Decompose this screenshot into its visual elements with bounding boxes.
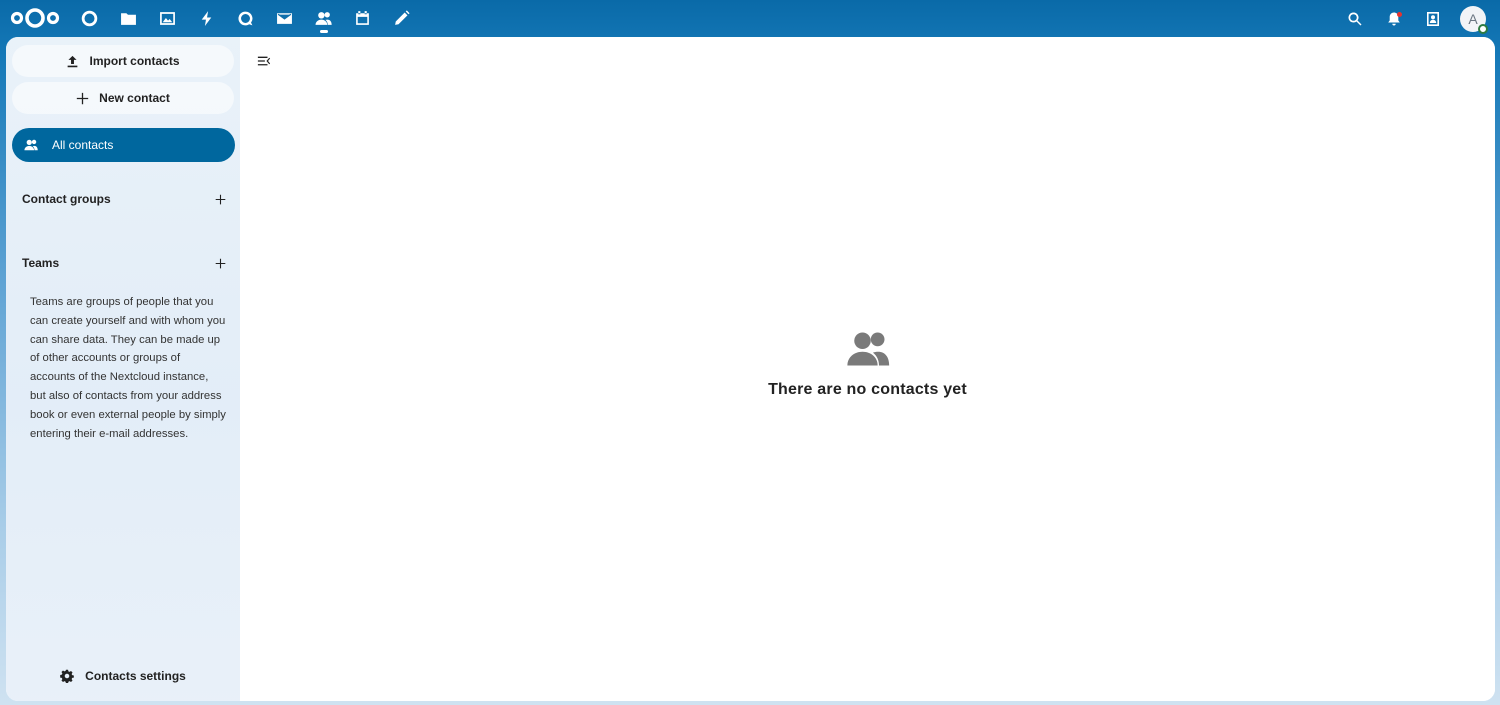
new-contact-label: New contact [99, 91, 170, 105]
contacts-icon [846, 332, 889, 366]
teams-description: Teams are groups of people that you can … [30, 296, 226, 440]
import-contacts-button[interactable]: Import contacts [12, 45, 234, 77]
contacts-settings-label: Contacts settings [85, 669, 186, 683]
header-right: A [1335, 0, 1488, 37]
app-navigation-sidebar: Import contacts New contact All contacts… [6, 37, 240, 701]
talk-icon [238, 11, 253, 26]
mail-icon [277, 13, 292, 24]
user-avatar[interactable]: A [1460, 5, 1488, 34]
plus-icon [215, 258, 225, 268]
files-icon [121, 13, 136, 25]
notes-icon [395, 10, 410, 25]
contacts-settings-button[interactable]: Contacts settings [6, 665, 240, 687]
dashboard-icon [81, 10, 98, 27]
notification-dot [1397, 12, 1402, 17]
menu-close-icon [257, 56, 271, 66]
search-icon [1348, 12, 1361, 25]
contacts-icon [315, 12, 332, 25]
calendar-icon [356, 11, 369, 25]
gear-icon [60, 669, 74, 683]
app-photos[interactable] [148, 0, 187, 37]
upload-icon [68, 55, 78, 67]
contacts-icon [24, 139, 38, 151]
app-navigation [70, 0, 421, 37]
app-content: Import contacts New contact All contacts… [6, 37, 1495, 701]
app-talk[interactable] [226, 0, 265, 37]
app-files[interactable] [109, 0, 148, 37]
app-contacts[interactable] [304, 0, 343, 37]
all-contacts-label: All contacts [52, 138, 114, 152]
add-team-button[interactable] [210, 253, 230, 273]
avatar-initial: A [1468, 10, 1478, 27]
contacts-menu-button[interactable] [1413, 0, 1452, 37]
app-dashboard[interactable] [70, 0, 109, 37]
activity-icon [201, 11, 212, 26]
teams-section: Teams [22, 253, 230, 273]
photos-icon [160, 12, 175, 25]
contact-groups-section: Contact groups [22, 189, 230, 209]
new-contact-button[interactable]: New contact [12, 82, 234, 114]
contacts-menu-icon [1426, 11, 1439, 26]
plus-icon [76, 92, 89, 104]
top-bar: A [0, 0, 1500, 37]
import-contacts-label: Import contacts [89, 54, 180, 68]
main-content: There are no contacts yet [240, 37, 1495, 701]
empty-content: There are no contacts yet [240, 327, 1495, 399]
contact-groups-heading: Contact groups [22, 192, 111, 206]
empty-message: There are no contacts yet [768, 381, 967, 398]
sidebar-item-all-contacts[interactable]: All contacts [12, 128, 235, 162]
notifications-button[interactable] [1374, 0, 1413, 37]
app-calendar[interactable] [343, 0, 382, 37]
nextcloud-logo[interactable] [10, 6, 60, 30]
plus-icon [215, 194, 225, 204]
app-activity[interactable] [187, 0, 226, 37]
app-mail[interactable] [265, 0, 304, 37]
teams-heading: Teams [22, 256, 60, 270]
search-button[interactable] [1335, 0, 1374, 37]
add-contact-group-button[interactable] [210, 189, 230, 209]
online-status-indicator [1478, 23, 1488, 34]
toggle-navigation-button[interactable] [254, 51, 274, 71]
app-notes[interactable] [382, 0, 421, 37]
